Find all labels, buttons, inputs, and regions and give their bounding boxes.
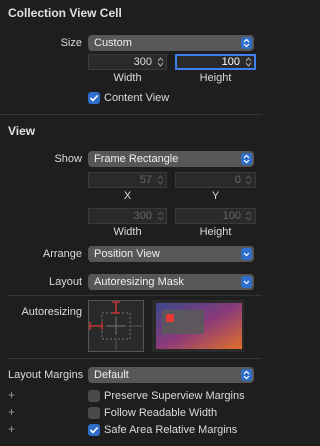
view-height-stepper: [245, 211, 252, 221]
preserve-superview-margins-label: Preserve Superview Margins: [104, 390, 245, 402]
section-divider: [0, 114, 262, 115]
view-width-caption: Width: [113, 226, 142, 238]
show-label: Show: [54, 153, 82, 165]
content-view-checkbox[interactable]: [88, 92, 100, 104]
row-divider: [8, 358, 262, 359]
cell-height-stepper[interactable]: [244, 56, 253, 68]
add-variation-button[interactable]: +: [8, 422, 15, 436]
preserve-superview-margins-checkbox[interactable]: [88, 390, 100, 402]
layout-label: Layout: [48, 276, 82, 288]
add-variation-button[interactable]: +: [8, 405, 15, 419]
y-caption: Y: [211, 190, 220, 202]
y-stepper: [245, 175, 252, 185]
safe-area-relative-margins-checkbox[interactable]: [88, 424, 100, 436]
up-down-chevron-icon: [241, 153, 252, 165]
checkmark-icon: [89, 426, 99, 434]
layout-margins-label: Layout Margins: [8, 369, 84, 381]
cell-height-caption: Height: [199, 72, 232, 84]
up-down-chevron-icon: [241, 369, 252, 381]
checkmark-icon: [89, 94, 99, 102]
view-width-stepper: [157, 211, 164, 221]
arrange-label: Arrange: [42, 248, 82, 260]
follow-readable-width-checkbox[interactable]: [88, 407, 100, 419]
x-caption: X: [123, 190, 132, 202]
cell-width-caption: Width: [113, 72, 142, 84]
autoresizing-label: Autoresizing: [21, 306, 82, 318]
layout-margins-popup[interactable]: Default: [88, 367, 254, 383]
cell-width-stepper[interactable]: [156, 56, 165, 68]
arrange-popup-value: Position View: [94, 248, 160, 260]
add-variation-button[interactable]: +: [8, 388, 15, 402]
layout-popup-value: Autoresizing Mask: [94, 276, 184, 288]
chevron-down-icon: [241, 248, 252, 260]
view-title: View: [8, 124, 36, 138]
autoresizing-mask-editor[interactable]: [88, 300, 144, 352]
content-view-label: Content View: [104, 92, 170, 104]
row-divider: [8, 295, 262, 296]
size-popup[interactable]: Custom: [88, 35, 254, 51]
chevron-down-icon: [241, 276, 252, 288]
arrange-popup[interactable]: Position View: [88, 246, 254, 262]
size-label: Size: [60, 37, 82, 49]
layout-margins-popup-value: Default: [94, 369, 129, 381]
follow-readable-width-label: Follow Readable Width: [104, 407, 218, 419]
view-height-caption: Height: [199, 226, 232, 238]
show-popup[interactable]: Frame Rectangle: [88, 151, 254, 167]
safe-area-relative-margins-label: Safe Area Relative Margins: [104, 424, 238, 436]
show-popup-value: Frame Rectangle: [94, 153, 179, 165]
autoresizing-preview: [152, 300, 244, 352]
x-stepper: [157, 175, 164, 185]
size-popup-value: Custom: [94, 37, 132, 49]
collection-view-cell-title: Collection View Cell: [8, 6, 122, 20]
up-down-chevron-icon: [241, 37, 252, 49]
layout-popup[interactable]: Autoresizing Mask: [88, 274, 254, 290]
